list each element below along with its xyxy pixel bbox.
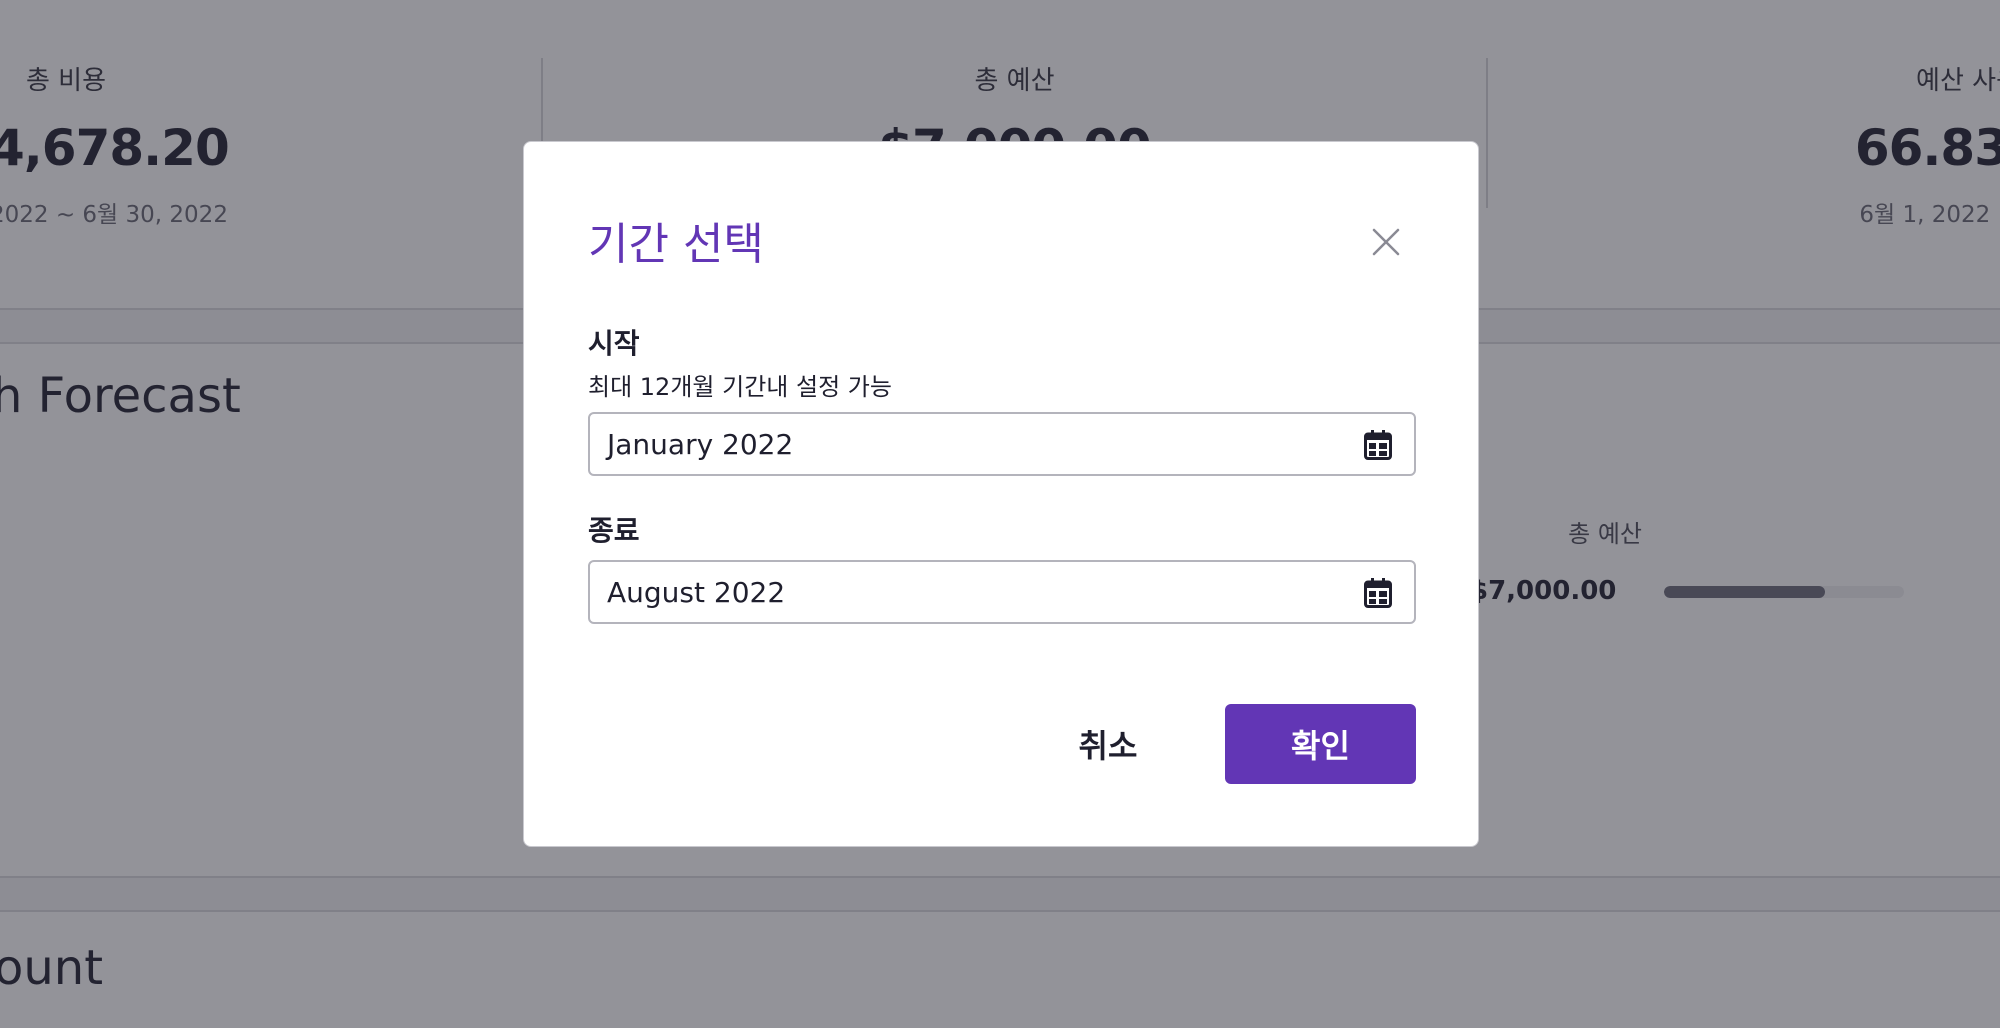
calendar-icon[interactable] [1364,578,1392,608]
close-icon [1372,228,1400,256]
cancel-button[interactable]: 취소 [1038,704,1178,784]
start-field-hint: 최대 12개월 기간내 설정 가능 [588,373,892,401]
period-select-dialog: 기간 선택 시작 최대 12개월 기간내 설정 가능 January 2022 … [523,141,1479,847]
start-month-value: January 2022 [607,428,794,461]
start-field-label: 시작 [588,327,640,360]
page: 총 비용 4,678.20 2022 ~ 6월 30, 2022 총 예산 $7… [0,0,2000,1028]
end-month-input[interactable]: August 2022 [588,560,1416,624]
dialog-title: 기간 선택 [588,219,764,270]
close-button[interactable] [1364,220,1408,264]
calendar-icon[interactable] [1364,430,1392,460]
confirm-button[interactable]: 확인 [1225,704,1416,784]
end-month-value: August 2022 [607,576,786,609]
end-field-label: 종료 [588,514,640,547]
start-month-input[interactable]: January 2022 [588,412,1416,476]
